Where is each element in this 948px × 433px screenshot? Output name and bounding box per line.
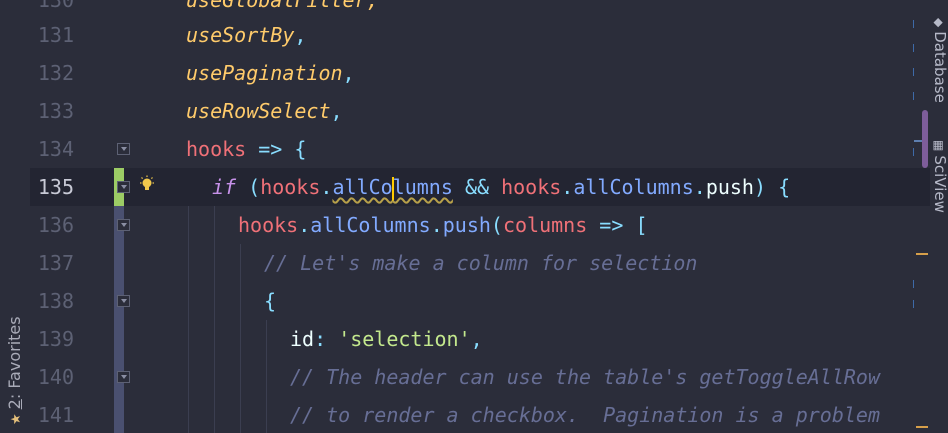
sciview-tool-tab[interactable]: ▦ SciView xyxy=(931,140,948,213)
fold-marker-icon[interactable] xyxy=(117,295,130,307)
database-tab-label: Database xyxy=(931,31,948,103)
warning-marker[interactable] xyxy=(916,253,928,255)
sciview-tab-label: SciView xyxy=(931,155,948,213)
line-number: 137 xyxy=(37,251,74,275)
line-number: 136 xyxy=(37,213,74,237)
code-comment[interactable]: // to render a checkbox. Pagination is a… xyxy=(290,396,880,433)
sciview-icon: ▦ xyxy=(932,140,946,152)
code-line: 134 hooks => { xyxy=(0,130,930,168)
warning-marker[interactable] xyxy=(916,426,928,428)
code-line: 133 useRowSelect, xyxy=(0,92,930,130)
code-line: 139 id: 'selection', xyxy=(0,320,930,358)
stripe-marker xyxy=(913,280,914,288)
fold-marker-icon[interactable] xyxy=(117,371,130,383)
database-tool-tab[interactable]: ◆ Database xyxy=(931,18,948,103)
scrollbar-thumb[interactable] xyxy=(922,110,928,168)
code-comment[interactable]: // Let's make a column for selection xyxy=(264,244,697,282)
code-text[interactable]: useSortBy, xyxy=(186,16,306,54)
code-comment[interactable]: // The header can use the table's getTog… xyxy=(290,358,880,396)
code-text[interactable]: usePagination, xyxy=(186,54,355,92)
stripe-marker xyxy=(913,20,914,28)
line-number: 131 xyxy=(37,23,74,47)
code-text[interactable]: hooks.allColumns.push(columns => [ xyxy=(238,206,647,244)
line-number: 135 xyxy=(37,175,74,199)
code-lines: 130 useGlobalFilter, 131 useSortBy, 132 … xyxy=(0,0,948,433)
lightbulb-icon[interactable] xyxy=(138,175,156,195)
fold-marker-icon[interactable] xyxy=(117,181,130,193)
line-number: 141 xyxy=(37,403,74,427)
code-line: 136 hooks.allColumns.push(columns => [ xyxy=(0,206,930,244)
code-line: 141 // to render a checkbox. Pagination … xyxy=(0,396,930,433)
code-line: 140 // The header can use the table's ge… xyxy=(0,358,930,396)
line-number: 132 xyxy=(37,61,74,85)
line-number: 140 xyxy=(37,365,74,389)
stripe-marker xyxy=(913,148,914,156)
code-line: 131 useSortBy, xyxy=(0,16,930,54)
code-editor[interactable]: ★2: Favorites 130 useGlobalFilter, 131 u… xyxy=(0,0,948,433)
line-number: 138 xyxy=(37,289,74,313)
code-text[interactable]: if (hooks.allColumns && hooks.allColumns… xyxy=(212,168,790,206)
text-caret xyxy=(391,176,394,201)
code-text[interactable]: { xyxy=(264,282,276,320)
line-number: 139 xyxy=(37,327,74,351)
code-text[interactable]: hooks => { xyxy=(186,130,306,168)
stripe-marker xyxy=(913,68,914,76)
code-text[interactable]: useRowSelect, xyxy=(186,92,343,130)
line-number: 134 xyxy=(37,137,74,161)
code-line: 138 { xyxy=(0,282,930,320)
fold-marker-icon[interactable] xyxy=(117,143,130,155)
stripe-marker xyxy=(913,300,914,308)
fold-marker-icon[interactable] xyxy=(117,219,130,231)
code-line: 132 usePagination, xyxy=(0,54,930,92)
stripe-marker xyxy=(913,92,914,100)
database-icon: ◆ xyxy=(932,18,946,28)
code-text[interactable]: id: 'selection', xyxy=(290,320,483,358)
line-number: 133 xyxy=(37,99,74,123)
code-line: 137 // Let's make a column for selection xyxy=(0,244,930,282)
stripe-marker xyxy=(913,44,914,52)
